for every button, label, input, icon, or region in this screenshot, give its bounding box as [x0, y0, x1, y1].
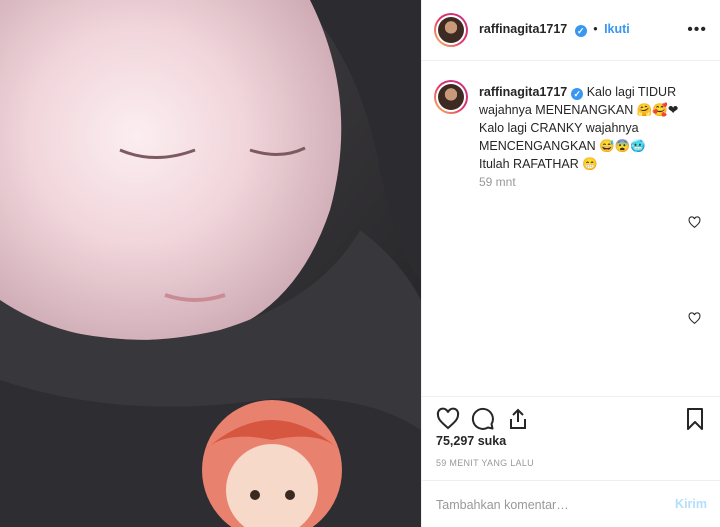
- comment-like-heart-icon[interactable]: [688, 216, 701, 229]
- avatar[interactable]: [434, 13, 468, 47]
- post-photo-image: [0, 0, 421, 527]
- comment-like-heart-icon[interactable]: [688, 312, 701, 325]
- comments-area: raffinagita1717 ✓ Kalo lagi TIDUR wajahny…: [422, 61, 720, 396]
- post-header: raffinagita1717 ✓ • Ikuti •••: [422, 0, 720, 61]
- caption: raffinagita1717 ✓ Kalo lagi TIDUR wajahny…: [479, 83, 709, 173]
- likes-count[interactable]: 75,297 suka: [436, 434, 506, 448]
- caption-line: wajahnya MENENANGKAN 🤗🥰❤: [479, 103, 679, 117]
- caption-username[interactable]: raffinagita1717: [479, 85, 567, 99]
- comment-icon[interactable]: [471, 407, 495, 431]
- caption-line: Kalo lagi TIDUR: [586, 85, 677, 99]
- username-link[interactable]: raffinagita1717: [479, 22, 567, 36]
- send-button[interactable]: Kirim: [675, 497, 707, 511]
- share-icon[interactable]: [506, 407, 530, 431]
- caption-time[interactable]: 59 mnt: [479, 175, 516, 189]
- verified-icon: ✓: [574, 25, 587, 37]
- post-actions: 75,297 suka 59 MENIT YANG LALU Kirim: [422, 396, 720, 527]
- caption-line: Kalo lagi CRANKY wajahnya: [479, 121, 639, 135]
- comment-bar: Kirim: [422, 480, 720, 527]
- post-photo[interactable]: [0, 0, 421, 527]
- more-icon[interactable]: •••: [687, 22, 707, 38]
- post-panel: raffinagita1717 ✓ • Ikuti ••• raffinagit…: [421, 0, 720, 527]
- header-user: raffinagita1717 ✓ • Ikuti: [479, 22, 630, 37]
- heart-icon[interactable]: [436, 407, 460, 431]
- bookmark-icon[interactable]: [683, 407, 707, 431]
- post-time-ago[interactable]: 59 MENIT YANG LALU: [436, 458, 534, 468]
- separator-dot: •: [593, 22, 598, 36]
- comment-input[interactable]: [436, 495, 656, 515]
- caption-avatar[interactable]: [434, 80, 468, 114]
- follow-button[interactable]: Ikuti: [604, 22, 630, 36]
- verified-icon: ✓: [571, 88, 584, 100]
- caption-line: Itulah RAFATHAR 😁: [479, 157, 598, 171]
- caption-line: MENCENGANGKAN 😅😨🥶: [479, 139, 646, 153]
